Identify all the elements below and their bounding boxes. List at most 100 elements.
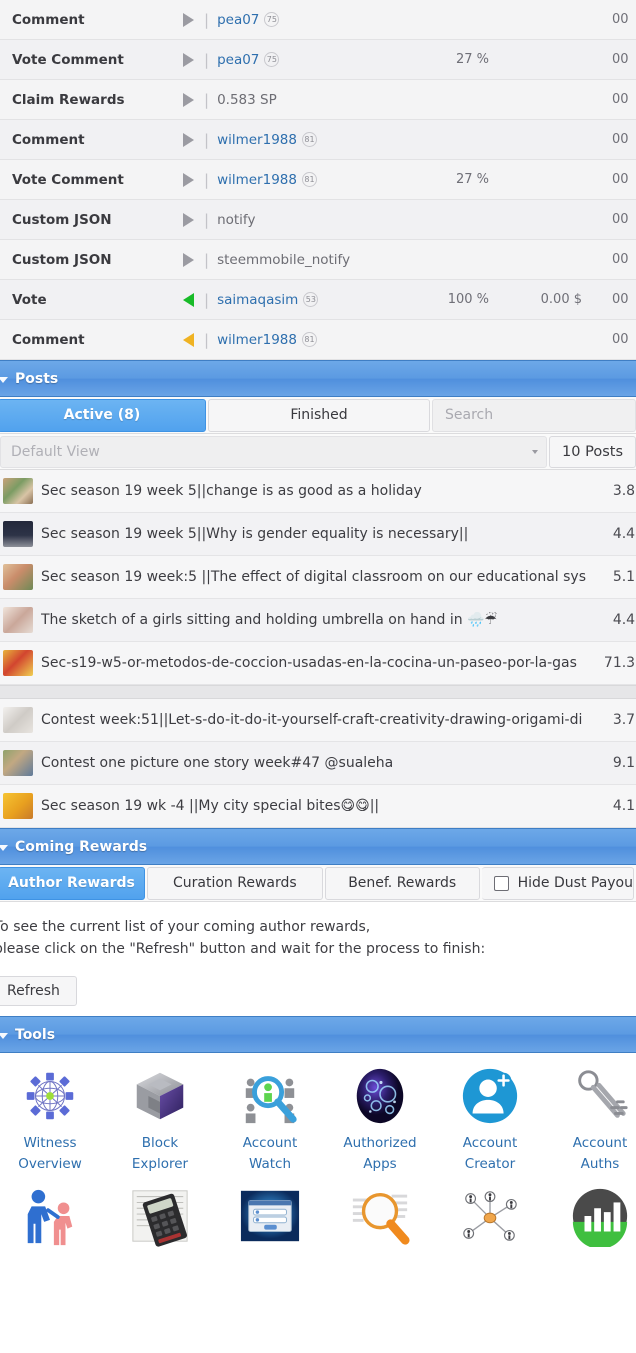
- tools-section-header[interactable]: Tools: [0, 1016, 636, 1053]
- posts-count-box[interactable]: 10 Posts: [549, 435, 636, 468]
- tool-item[interactable]: Authorized Apps: [325, 1065, 435, 1175]
- transaction-row[interactable]: Vote Comment | pea07 75 27 % 00: [0, 40, 636, 80]
- transaction-type: Vote Comment: [12, 51, 124, 68]
- post-row[interactable]: Sec-s19-w5-or-metodos-de-coccion-usadas-…: [0, 642, 636, 685]
- tool-item[interactable]: [215, 1185, 325, 1253]
- transaction-target[interactable]: wilmer1988: [217, 132, 297, 148]
- coming-rewards-section-header[interactable]: Coming Rewards: [0, 828, 636, 865]
- separator-pipe: |: [204, 290, 210, 309]
- tool-item[interactable]: [105, 1185, 215, 1253]
- post-payout-value: 9.19: [612, 755, 636, 771]
- tab-curation-rewards-label: Curation Rewards: [173, 875, 297, 891]
- transaction-type: Vote Comment: [12, 171, 124, 188]
- post-title[interactable]: Sec season 19 week 5||change is as good …: [41, 483, 636, 499]
- tab-active-posts[interactable]: Active (8): [0, 398, 206, 432]
- hide-dust-payout-toggle[interactable]: Hide Dust Payou: [481, 866, 634, 900]
- tool-item[interactable]: Account Creator: [435, 1065, 545, 1175]
- tools-row-1: Witness Overview Block Explorer Account Watch…: [0, 1065, 636, 1175]
- post-title[interactable]: Contest one picture one story week#47 @s…: [41, 755, 636, 771]
- block-cube-icon[interactable]: [129, 1065, 191, 1127]
- account-watch-magnifier-icon[interactable]: [239, 1065, 301, 1127]
- transaction-row[interactable]: Comment | wilmer1988 81 00: [0, 320, 636, 360]
- post-row[interactable]: Contest one picture one story week#47 @s…: [0, 742, 636, 785]
- transaction-history-list: Comment | pea07 75 00 Vote Comment | pea07 75 27 …: [0, 0, 636, 360]
- posts-search-placeholder: Search: [445, 407, 494, 423]
- account-auths-keys-icon[interactable]: [569, 1065, 631, 1127]
- post-title[interactable]: Sec-s19-w5-or-metodos-de-coccion-usadas-…: [41, 655, 636, 671]
- post-payout-value: 71.38: [603, 655, 636, 671]
- transaction-target[interactable]: pea07: [217, 52, 259, 68]
- checkbox-icon[interactable]: [493, 875, 509, 891]
- magnifier-documents-icon[interactable]: [349, 1185, 411, 1247]
- transaction-type: Vote: [12, 291, 47, 308]
- post-thumbnail: [3, 521, 33, 547]
- post-row[interactable]: Sec season 19 week 5||change is as good …: [0, 470, 636, 513]
- reputation-badge: 81: [301, 132, 317, 147]
- post-title[interactable]: Contest week:51||Let-s-do-it-do-it-yours…: [41, 712, 636, 728]
- separator-pipe: |: [204, 130, 210, 149]
- transaction-type: Comment: [12, 331, 85, 348]
- post-row[interactable]: Sec season 19 week 5||Why is gender equa…: [0, 513, 636, 556]
- reputation-badge: 81: [301, 172, 317, 187]
- tab-finished-posts[interactable]: Finished: [208, 398, 430, 432]
- tool-item[interactable]: [0, 1185, 105, 1253]
- tab-author-rewards[interactable]: Author Rewards: [0, 866, 145, 900]
- transaction-row[interactable]: Vote | saimaqasim 53 100 % 0.00 $ 00: [0, 280, 636, 320]
- transaction-row[interactable]: Claim Rewards | 0.583 SP 00: [0, 80, 636, 120]
- posts-count-label: 10 Posts: [562, 443, 623, 460]
- transaction-row[interactable]: Comment | wilmer1988 81 00: [0, 120, 636, 160]
- transaction-target[interactable]: wilmer1988: [217, 332, 297, 348]
- transaction-direction-arrow-icon: [176, 212, 200, 227]
- posts-list-group-2: Contest week:51||Let-s-do-it-do-it-yours…: [0, 699, 636, 828]
- calculator-icon[interactable]: [129, 1185, 191, 1247]
- tools-section-title: Tools: [15, 1026, 56, 1043]
- transaction-target[interactable]: saimaqasim: [217, 292, 298, 308]
- witness-network-icon[interactable]: [19, 1065, 81, 1127]
- transaction-time: 00: [612, 332, 629, 347]
- login-screen-icon[interactable]: [239, 1185, 301, 1247]
- post-row[interactable]: Sec season 19 week:5 ||The effect of dig…: [0, 556, 636, 599]
- tool-item[interactable]: [325, 1185, 435, 1253]
- coming-rewards-body: To see the current list of your coming a…: [0, 902, 636, 1016]
- refresh-button[interactable]: Refresh: [0, 976, 77, 1006]
- tool-item[interactable]: Account Watch: [215, 1065, 325, 1175]
- posts-section-header[interactable]: Posts: [0, 360, 636, 397]
- transaction-target[interactable]: wilmer1988: [217, 172, 297, 188]
- transaction-row[interactable]: Vote Comment | wilmer1988 81 27 % 00: [0, 160, 636, 200]
- chevron-down-icon: [0, 844, 8, 851]
- post-payout-value: 4.42: [612, 526, 636, 542]
- tool-item[interactable]: Witness Overview: [0, 1065, 105, 1175]
- post-title[interactable]: Sec season 19 week 5||Why is gender equa…: [41, 526, 636, 542]
- transaction-row[interactable]: Custom JSON | steemmobile_notify 00: [0, 240, 636, 280]
- tool-item[interactable]: Account Auths: [545, 1065, 636, 1175]
- post-title[interactable]: Sec season 19 wk -4 ||My city special bi…: [41, 798, 636, 814]
- account-creator-add-user-icon[interactable]: [459, 1065, 521, 1127]
- post-row[interactable]: Sec season 19 wk -4 ||My city special bi…: [0, 785, 636, 828]
- transaction-time: 00: [612, 252, 629, 267]
- posts-viewbar: Default View 10 Posts: [0, 434, 636, 470]
- tab-benef-rewards[interactable]: Benef. Rewards: [324, 866, 480, 900]
- post-row[interactable]: Contest week:51||Let-s-do-it-do-it-yours…: [0, 699, 636, 742]
- post-title[interactable]: The sketch of a girls sitting and holdin…: [41, 612, 636, 628]
- post-row[interactable]: The sketch of a girls sitting and holdin…: [0, 599, 636, 642]
- posts-list-group-1: Sec season 19 week 5||change is as good …: [0, 470, 636, 685]
- post-title[interactable]: Sec season 19 week:5 ||The effect of dig…: [41, 569, 636, 585]
- posts-view-select[interactable]: Default View: [0, 435, 548, 468]
- tool-item[interactable]: [435, 1185, 545, 1253]
- post-thumbnail: [3, 564, 33, 590]
- transaction-type: Custom JSON: [12, 251, 112, 268]
- transaction-row[interactable]: Comment | pea07 75 00: [0, 0, 636, 40]
- transaction-target[interactable]: pea07: [217, 12, 259, 28]
- bar-chart-circle-icon[interactable]: [569, 1185, 631, 1249]
- transaction-row[interactable]: Custom JSON | notify 00: [0, 200, 636, 240]
- transaction-type: Comment: [12, 131, 85, 148]
- tool-item[interactable]: [545, 1185, 636, 1253]
- posts-search-input[interactable]: Search: [432, 398, 636, 432]
- authorized-apps-orb-icon[interactable]: [349, 1065, 411, 1127]
- tool-item[interactable]: Block Explorer: [105, 1065, 215, 1175]
- tab-curation-rewards[interactable]: Curation Rewards: [146, 866, 323, 900]
- account-helper-people-icon[interactable]: [19, 1185, 81, 1247]
- reputation-badge: 75: [264, 52, 280, 67]
- tools-grid: Witness Overview Block Explorer Account Watch…: [0, 1053, 636, 1253]
- network-graph-icon[interactable]: [459, 1185, 521, 1247]
